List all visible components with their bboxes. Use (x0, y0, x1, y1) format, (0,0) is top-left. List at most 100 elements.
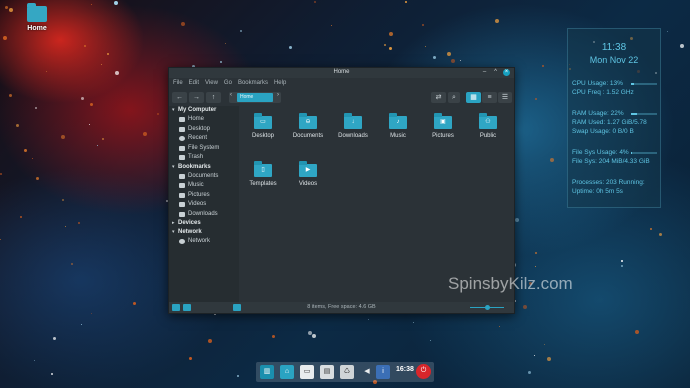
wallpaper-speck (237, 375, 239, 377)
wallpaper-speck (78, 222, 80, 224)
folder-icon: ↓ (344, 113, 362, 129)
wallpaper-speck (314, 1, 316, 3)
cpu-freq: CPU Freq : 1.52 GHz (572, 89, 634, 96)
window-titlebar[interactable]: Home – ^ × (169, 68, 514, 78)
wallpaper-speck (65, 226, 66, 227)
menu-help[interactable]: Help (274, 78, 286, 88)
sidebar: ▾ My Computer Home Desktop Recent File Sy… (169, 106, 239, 303)
up-button[interactable]: ↑ (206, 92, 221, 103)
volume-icon[interactable]: ◀ (360, 365, 374, 379)
folder-item-desktop[interactable]: ▭ Desktop (241, 113, 285, 139)
clock-time: 11:38 (601, 42, 627, 53)
menu-file[interactable]: File (173, 78, 183, 88)
sidebar-item-trash[interactable]: Trash (169, 153, 239, 163)
window-icon[interactable]: ▭ (300, 365, 314, 379)
drive-icon (179, 145, 185, 151)
wallpaper-speck (430, 340, 431, 341)
breadcrumb-home[interactable]: Home (237, 93, 273, 102)
sidebar-item-file-system[interactable]: File System (169, 144, 239, 154)
wallpaper-speck (495, 19, 499, 23)
ram-used: RAM Used: 1.27 GiB/5.78 (572, 119, 647, 126)
sidebar-item-documents[interactable]: Documents (169, 172, 239, 182)
icon-view-button[interactable]: ▦ (466, 92, 481, 103)
sidebar-item-recent[interactable]: Recent (169, 134, 239, 144)
menu-launcher-icon[interactable]: ▥ (260, 365, 274, 379)
sidebar-item-pictures[interactable]: Pictures (169, 191, 239, 201)
folder-item-documents[interactable]: ⊖ Documents (286, 113, 330, 139)
section-label: Network (178, 229, 202, 235)
sidebar-item-desktop[interactable]: Desktop (169, 125, 239, 135)
sidebar-section-my-computer[interactable]: ▾ My Computer (169, 106, 239, 115)
desktop-home-icon[interactable]: Home (22, 3, 52, 32)
folder-icon (179, 173, 185, 179)
maximize-button[interactable]: ^ (492, 69, 499, 76)
wallpaper-speck (308, 331, 312, 335)
back-button[interactable]: ← (172, 92, 187, 103)
close-button[interactable]: × (503, 69, 510, 76)
folder-item-music[interactable]: ♪ Music (376, 113, 420, 139)
folder-item-videos[interactable]: ▶ Videos (286, 161, 330, 187)
menu-go[interactable]: Go (224, 78, 232, 88)
menu-view[interactable]: View (205, 78, 218, 88)
folder-item-templates[interactable]: ▯ Templates (241, 161, 285, 187)
menu-edit[interactable]: Edit (189, 78, 199, 88)
wallpaper-speck (90, 103, 93, 106)
breadcrumb: ‹ Home › (229, 92, 281, 103)
forward-button[interactable]: → (189, 92, 204, 103)
sidebar-item-label: Videos (188, 201, 207, 207)
sidebar-item-home[interactable]: Home (169, 115, 239, 125)
wallpaper-speck (451, 59, 455, 63)
file-name: Downloads (338, 133, 368, 139)
wallpaper-speck (9, 94, 12, 97)
toggle-location-button[interactable]: ⇄ (431, 92, 446, 103)
folder-item-downloads[interactable]: ↓ Downloads (331, 113, 375, 139)
uptime: Uptime: 0h 5m 5s (572, 188, 623, 195)
zoom-slider[interactable] (470, 305, 504, 310)
sidebar-item-label: Pictures (188, 191, 210, 198)
fs-detail: File Sys: 204 MiB/4.33 GiB (572, 158, 650, 165)
power-icon[interactable]: ⏻ (416, 364, 431, 379)
home-icon (179, 117, 185, 123)
info-icon[interactable]: i (376, 365, 390, 379)
fs-usage: File Sys Usage: 4% (572, 149, 629, 156)
wallpaper-speck (35, 107, 37, 109)
terminal-icon[interactable]: ▤ (320, 365, 334, 379)
minimize-button[interactable]: – (481, 69, 488, 76)
chevron-left-icon[interactable]: ‹ (230, 92, 232, 98)
search-button[interactable]: ⌕ (448, 92, 460, 103)
file-name: Public (479, 133, 497, 139)
status-text: 8 items, Free space: 4.6 GB (307, 304, 376, 310)
folder-item-public[interactable]: ⚇ Public (466, 113, 510, 139)
sidebar-section-bookmarks[interactable]: ▾ Bookmarks (169, 163, 239, 172)
wallpaper-speck (51, 373, 53, 375)
wallpaper-speck (5, 6, 8, 9)
wallpaper-speck (384, 44, 386, 46)
sidebar-item-videos[interactable]: Videos (169, 200, 239, 210)
fs-bar-fill (631, 152, 633, 154)
wallpaper-speck (621, 260, 623, 262)
sidebar-item-music[interactable]: Music (169, 181, 239, 191)
menu-bookmarks[interactable]: Bookmarks (238, 78, 268, 88)
home-folder-icon[interactable]: ⌂ (280, 365, 294, 379)
wallpaper-speck (89, 124, 90, 125)
sidebar-item-downloads[interactable]: Downloads (169, 210, 239, 220)
wallpaper-speck (447, 52, 451, 56)
wallpaper-speck (133, 302, 136, 305)
list-view-button[interactable]: ≡ (482, 92, 497, 103)
folder-item-pictures[interactable]: ▣ Pictures (421, 113, 465, 139)
trash-icon[interactable]: ♺ (340, 365, 354, 379)
sidebar-item-network[interactable]: Network (169, 237, 239, 247)
folder-icon (179, 192, 185, 198)
wallpaper-speck (680, 44, 684, 48)
wallpaper-speck (24, 149, 27, 152)
chevron-right-icon[interactable]: › (277, 92, 279, 98)
sidebar-section-devices[interactable]: ▸ Devices (169, 219, 239, 228)
wallpaper-speck (115, 71, 119, 75)
folder-icon: ♪ (389, 113, 407, 129)
sidebar-section-network[interactable]: ▾ Network (169, 228, 239, 237)
compact-view-button[interactable]: ☰ (498, 92, 512, 103)
wallpaper-speck (208, 339, 212, 343)
wallpaper-speck (535, 252, 537, 254)
file-name: Desktop (251, 133, 274, 139)
zoom-slider-handle[interactable] (485, 305, 490, 310)
